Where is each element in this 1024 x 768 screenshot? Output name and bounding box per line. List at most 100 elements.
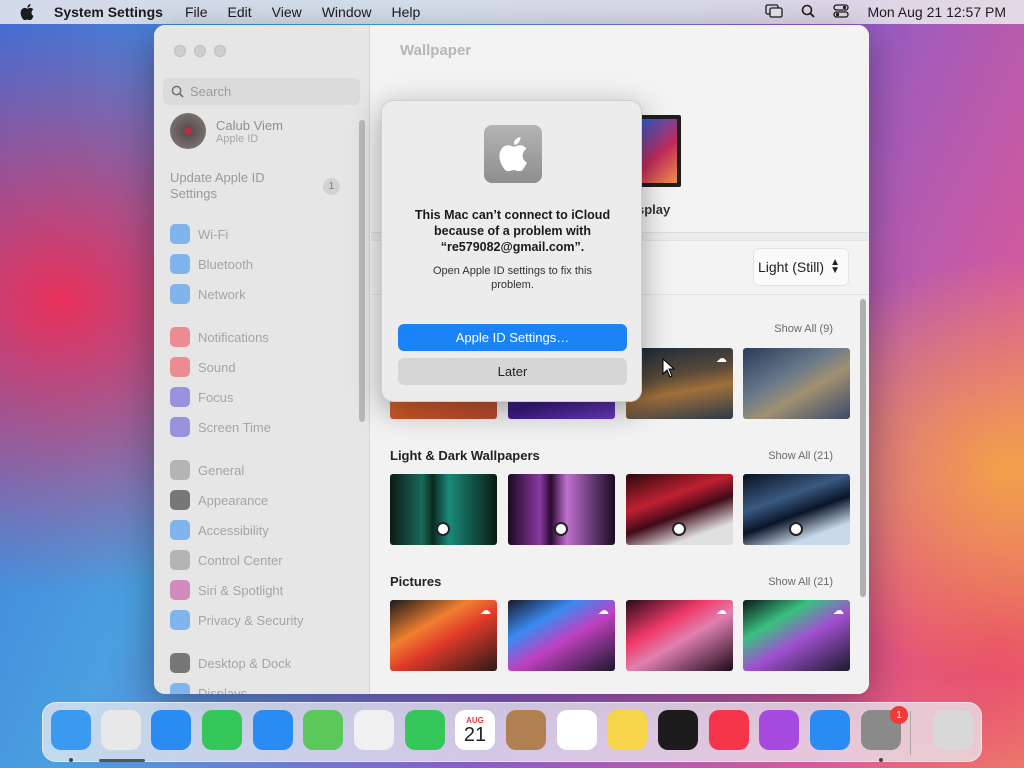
apple-menu-icon[interactable] [0, 4, 54, 20]
update-label: Update Apple ID Settings [170, 170, 265, 201]
sidebar-item-accessibility[interactable]: Accessibility [170, 519, 269, 541]
close-button[interactable] [174, 45, 186, 57]
sidebar-item-desktop-dock[interactable]: Desktop & Dock [170, 652, 291, 674]
avatar [170, 113, 206, 149]
photos-icon[interactable] [354, 710, 394, 750]
later-button[interactable]: Later [398, 358, 627, 385]
wallpaper-thumbnail[interactable]: ☁ [626, 348, 733, 419]
search-field[interactable]: Search [163, 78, 360, 105]
wallpaper-thumbnail[interactable] [743, 348, 850, 419]
sidebar-item-siri-spotlight[interactable]: Siri & Spotlight [170, 579, 283, 601]
clock[interactable]: Mon Aug 21 12:57 PM [867, 4, 1006, 20]
section-title: Light & Dark Wallpapers [390, 448, 540, 463]
sidebar-item-bluetooth[interactable]: Bluetooth [170, 253, 253, 275]
search-placeholder: Search [190, 84, 232, 99]
running-indicator [879, 758, 883, 762]
sidebar-item-network[interactable]: Network [170, 283, 246, 305]
sidebar-item-privacy-security[interactable]: Privacy & Security [170, 609, 303, 631]
wallpaper-thumbnail[interactable] [508, 474, 615, 545]
safari-icon[interactable] [151, 710, 191, 750]
menu-bar: System Settings File Edit View Window He… [0, 0, 1024, 24]
show-all-button[interactable]: Show All (9) [774, 323, 833, 335]
hand-icon [170, 610, 190, 630]
messages-icon[interactable] [202, 710, 242, 750]
view-menu[interactable]: View [272, 4, 302, 20]
moon-icon [170, 387, 190, 407]
sidebar-item-control-center[interactable]: Control Center [170, 549, 283, 571]
dynamic-mode-icon [436, 522, 450, 536]
sidebar-item-label: Wi-Fi [198, 226, 229, 242]
reminders-icon[interactable] [557, 710, 597, 750]
wallpaper-thumbnail[interactable]: ☁ [743, 600, 850, 671]
screen-mirroring-icon[interactable] [765, 3, 784, 21]
notes-icon[interactable] [607, 710, 647, 750]
appearance-select-value: Light (Still) [757, 259, 825, 275]
calendar-icon[interactable]: AUG 21 [455, 710, 495, 750]
sidebar: Search Calub Viem Apple ID Update Apple … [154, 25, 370, 694]
bluetooth-icon [170, 254, 190, 274]
dock-separator [910, 711, 911, 755]
sidebar-item-label: Focus [198, 389, 234, 405]
sidebar-item-label: Displays [198, 685, 248, 695]
sidebar-item-general[interactable]: General [170, 459, 244, 481]
speaker-icon [170, 357, 190, 377]
mail-icon[interactable] [253, 710, 293, 750]
calendar-day: 21 [463, 723, 487, 746]
wallpaper-thumbnail[interactable]: ☁ [626, 600, 733, 671]
apple-id-account[interactable]: Calub Viem Apple ID [170, 113, 283, 149]
appearance-icon [170, 490, 190, 510]
sidebar-item-label: General [198, 462, 245, 478]
content-scrollbar[interactable] [860, 299, 866, 597]
control-center-icon[interactable] [833, 3, 850, 21]
contacts-icon[interactable] [506, 710, 546, 750]
minimize-button[interactable] [194, 45, 206, 57]
maps-icon[interactable] [303, 710, 343, 750]
tv-icon[interactable] [658, 710, 698, 750]
podcasts-icon[interactable] [759, 710, 799, 750]
app-menu[interactable]: System Settings [54, 4, 163, 20]
sidebar-item-screen-time[interactable]: Screen Time [170, 416, 271, 438]
app-store-icon[interactable] [810, 710, 850, 750]
sidebar-item-label: Appearance [198, 492, 269, 508]
wallpaper-thumbnail[interactable]: ☁ [390, 600, 497, 671]
mouse-cursor-icon [662, 357, 676, 383]
edit-menu[interactable]: Edit [228, 4, 252, 20]
wifi-icon [170, 224, 190, 244]
help-menu[interactable]: Help [392, 4, 421, 20]
wallpaper-thumbnail[interactable]: ☁ [508, 600, 615, 671]
wallpaper-thumbnail[interactable] [626, 474, 733, 545]
sidebar-item-displays[interactable]: Displays [170, 682, 247, 694]
dialog-title: This Mac can’t connect to iCloud because… [414, 208, 611, 254]
file-menu[interactable]: File [185, 4, 208, 20]
wallpaper-thumbnail[interactable] [743, 474, 850, 545]
apple-id-settings-button[interactable]: Apple ID Settings… [398, 324, 627, 351]
zoom-button[interactable] [214, 45, 226, 57]
window-controls [174, 45, 226, 57]
launchpad-icon[interactable] [101, 710, 141, 750]
show-all-button[interactable]: Show All (21) [768, 576, 833, 588]
finder-icon[interactable] [51, 710, 91, 750]
sidebar-item-appearance[interactable]: Appearance [170, 489, 268, 511]
sidebar-item-wi-fi[interactable]: Wi-Fi [170, 223, 228, 245]
sidebar-item-notifications[interactable]: Notifications [170, 326, 269, 348]
appearance-select[interactable]: Light (Still) ▲ ▼ [753, 248, 849, 286]
show-all-button[interactable]: Show All (21) [768, 450, 833, 462]
music-icon[interactable] [709, 710, 749, 750]
sidebar-item-focus[interactable]: Focus [170, 386, 233, 408]
dynamic-mode-icon [672, 522, 686, 536]
search-icon[interactable] [801, 4, 816, 21]
facetime-icon[interactable] [405, 710, 445, 750]
dynamic-mode-icon [554, 522, 568, 536]
wallpaper-thumbnail[interactable] [390, 474, 497, 545]
sidebar-item-label: Accessibility [198, 522, 269, 538]
sidebar-scrollbar[interactable] [359, 120, 365, 422]
window-menu[interactable]: Window [322, 4, 372, 20]
account-name: Calub Viem [216, 117, 283, 133]
trash-icon[interactable] [933, 710, 973, 750]
dialog-message: Open Apple ID settings to fix this probl… [433, 265, 592, 291]
sidebar-item-sound[interactable]: Sound [170, 356, 236, 378]
update-apple-id-settings[interactable]: Update Apple ID Settings 1 [170, 170, 350, 202]
account-subtitle: Apple ID [216, 132, 259, 145]
cloud-download-icon: ☁ [598, 605, 609, 617]
sidebar-item-label: Desktop & Dock [198, 655, 292, 671]
